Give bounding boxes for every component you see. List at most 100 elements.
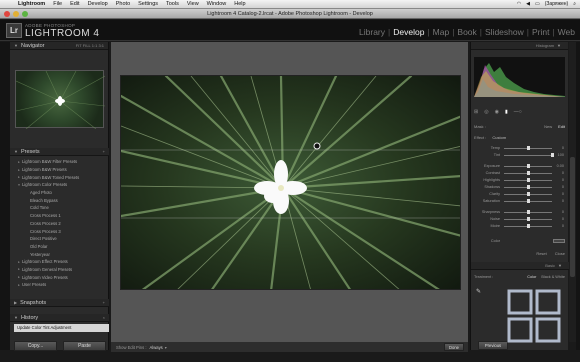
previous-button[interactable]: Previous (478, 341, 508, 350)
adjustment-brush-icon[interactable]: —○ (514, 109, 522, 115)
menu-file[interactable]: File (49, 1, 66, 7)
edit-pins-select[interactable]: Always (150, 345, 163, 350)
slider-knob[interactable] (526, 217, 530, 221)
slider-value[interactable]: 0 (554, 185, 564, 189)
slider-track[interactable] (504, 224, 552, 228)
preset-item[interactable]: Direct Positive (10, 235, 109, 243)
close-link[interactable]: Close (555, 251, 565, 257)
graduated-filter-icon[interactable]: ▮ (505, 109, 508, 115)
zoom-window-icon[interactable] (22, 11, 28, 17)
module-web[interactable]: Web (555, 27, 578, 37)
module-book[interactable]: Book (454, 27, 479, 37)
color-swatch[interactable] (553, 239, 565, 243)
preset-item[interactable]: ▸ Lightroom General Presets (10, 266, 109, 274)
preset-item[interactable]: Cross Process 3 (10, 227, 109, 235)
effect-select[interactable]: Custom (492, 135, 506, 141)
slider-track[interactable] (504, 217, 552, 221)
right-panel-scrollbar[interactable] (569, 42, 576, 342)
menu-view[interactable]: View (183, 1, 203, 7)
slider-value[interactable]: 0 (554, 146, 564, 150)
slider-value[interactable]: 0 (554, 171, 564, 175)
preset-item[interactable]: ▸ Lightroom B&W Toned Presets (10, 173, 109, 181)
slider-noise[interactable]: Noise 0 (474, 216, 564, 222)
slider-knob[interactable] (526, 178, 530, 182)
add-preset-icon[interactable]: + (103, 149, 105, 154)
wifi-icon[interactable]: ◠ (517, 1, 521, 7)
slider-tint[interactable]: Tint 100 (474, 152, 564, 158)
spotlight-icon[interactable]: ⌕ (573, 1, 576, 7)
navigator-preview[interactable] (15, 70, 106, 130)
zoom-fill[interactable]: FILL (83, 43, 91, 48)
preset-item[interactable]: Cross Process 1 (10, 212, 109, 220)
spot-removal-icon[interactable]: ◎ (484, 109, 488, 115)
slider-knob[interactable] (526, 185, 530, 189)
slider-value[interactable]: 0 (554, 192, 564, 196)
slider-knob[interactable] (526, 146, 530, 150)
mask-new[interactable]: New (544, 124, 552, 130)
done-button[interactable]: Done (444, 343, 464, 351)
slider-sharpness[interactable]: Sharpness 0 (474, 209, 564, 215)
slider-track[interactable] (504, 210, 552, 214)
slider-moire[interactable]: Moire 0 (474, 223, 564, 229)
paste-button[interactable]: Paste (63, 341, 106, 351)
preset-item[interactable]: ▸ Lightroom Video Presets (10, 273, 109, 281)
menu-window[interactable]: Window (203, 1, 231, 7)
slider-value[interactable]: 0 (554, 199, 564, 203)
slider-value[interactable]: 0 (554, 210, 564, 214)
add-snapshot-icon[interactable]: + (103, 300, 105, 305)
slider-shadows[interactable]: Shadows 0 (474, 184, 564, 190)
module-develop[interactable]: Develop (390, 27, 427, 37)
menu-tools[interactable]: Tools (162, 1, 183, 7)
preset-item[interactable]: ▸ User Presets (10, 281, 109, 289)
slider-knob[interactable] (526, 171, 530, 175)
preset-item[interactable]: Cross Process 2 (10, 220, 109, 228)
history-header[interactable]: ▼ History × (10, 314, 109, 322)
close-window-icon[interactable] (4, 11, 10, 17)
presets-header[interactable]: ▼ Presets + (10, 148, 109, 156)
module-print[interactable]: Print (529, 27, 552, 37)
menu-develop[interactable]: Develop (84, 1, 112, 7)
slider-exposure[interactable]: Exposure 0.00 (474, 163, 564, 169)
minimize-window-icon[interactable] (13, 11, 19, 17)
right-edge-strip[interactable] (576, 42, 580, 350)
left-edge-strip[interactable] (0, 42, 10, 350)
slider-track[interactable] (504, 178, 552, 182)
navigator-header[interactable]: ▼ Navigator FIT FILL 1:1 3:1 (10, 42, 108, 50)
preset-item[interactable]: Old Polar (10, 243, 109, 251)
red-eye-icon[interactable]: ◉ (495, 109, 499, 115)
module-library[interactable]: Library (356, 27, 388, 37)
slider-track[interactable] (504, 199, 552, 203)
zoom-fit[interactable]: FIT (76, 43, 82, 48)
preset-item[interactable]: ▸ Lightroom B&W Presets (10, 166, 109, 174)
scrollbar-thumb[interactable] (570, 157, 575, 277)
slider-clarity[interactable]: Clarity 0 (474, 191, 564, 197)
treatment-bw[interactable]: Black & White (541, 275, 565, 281)
preset-item[interactable]: ▸ Lightroom Effect Presets (10, 258, 109, 266)
slider-track[interactable] (504, 164, 552, 168)
reset-link[interactable]: Reset (536, 251, 546, 257)
slider-track[interactable] (504, 185, 552, 189)
slider-track[interactable] (504, 171, 552, 175)
preset-item[interactable]: Aged Photo (10, 189, 109, 197)
crop-tool-icon[interactable]: ⊞ (474, 109, 478, 115)
slider-contrast[interactable]: Contrast 0 (474, 170, 564, 176)
slider-track[interactable] (504, 153, 554, 157)
preset-item[interactable]: Cold Tone (10, 204, 109, 212)
slider-track[interactable] (504, 192, 552, 196)
menu-lightroom[interactable]: Lightroom (14, 1, 49, 7)
history-item-current[interactable]: Update Color Tint Adjustment (14, 324, 109, 332)
battery-icon[interactable]: ▭ (535, 1, 540, 7)
slider-value[interactable]: 0 (554, 217, 564, 221)
preset-item[interactable]: ▾ Lightroom Color Presets (10, 181, 109, 189)
treatment-color[interactable]: Color (527, 275, 536, 281)
module-slideshow[interactable]: Slideshow (482, 27, 527, 37)
preset-item[interactable]: Bleach Bypass (10, 196, 109, 204)
mask-edit[interactable]: Edit (558, 124, 565, 130)
menu-help[interactable]: Help (230, 1, 249, 7)
slider-temp[interactable]: Temp 0 (474, 145, 564, 151)
slider-value[interactable]: 0 (554, 224, 564, 228)
slider-knob[interactable] (550, 153, 554, 157)
slider-knob[interactable] (526, 210, 530, 214)
menu-photo[interactable]: Photo (112, 1, 134, 7)
slider-track[interactable] (504, 146, 552, 150)
